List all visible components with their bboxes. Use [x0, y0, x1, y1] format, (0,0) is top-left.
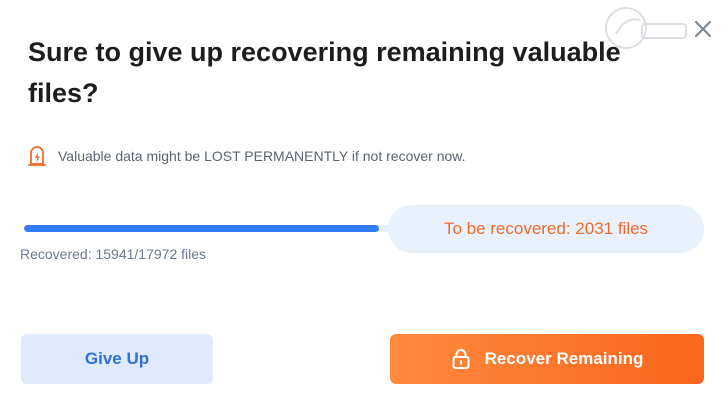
give-up-button[interactable]: Give Up [21, 334, 213, 384]
progress-fill [24, 225, 379, 232]
recovery-progress-bar [24, 225, 424, 232]
give-up-label: Give Up [84, 349, 150, 368]
lock-icon [452, 349, 470, 369]
recover-remaining-label: Recover Remaining [484, 349, 644, 368]
remaining-files-text: To be recovered: 2031 files [443, 219, 649, 238]
recovered-count-text: Recovered: 15941/17972 files [20, 246, 207, 262]
warning-text: Valuable data might be LOST PERMANENTLY … [58, 148, 466, 164]
recovery-dialog: Sure to give up recovering remaining val… [0, 0, 728, 410]
dialog-title: Sure to give up recovering remaining val… [28, 37, 621, 108]
close-button[interactable] [690, 16, 716, 42]
recover-remaining-button[interactable]: Recover Remaining [390, 334, 704, 384]
warning-row: Valuable data might be LOST PERMANENTLY … [26, 144, 466, 168]
power-bolt-icon [28, 146, 46, 166]
close-icon [695, 21, 711, 37]
remaining-files-badge: To be recovered: 2031 files [388, 205, 704, 253]
